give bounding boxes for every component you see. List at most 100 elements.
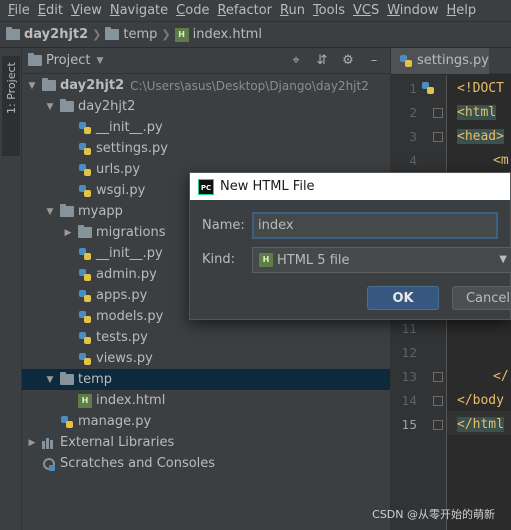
breadcrumb-folder[interactable]: temp ❯ [105,27,174,42]
name-input[interactable] [252,212,498,239]
menu-help[interactable]: Help [443,0,481,21]
tree-item-package[interactable]: ▼ day2hjt2 [22,96,390,117]
python-file-icon [78,268,92,282]
chevron-right-icon[interactable]: ▶ [62,228,74,238]
tree-item-label: temp [78,372,113,387]
breadcrumb-folder-label: temp [123,27,158,42]
tree-item-file[interactable]: tests.py [22,327,390,348]
tree-item-label: index.html [96,393,166,408]
python-run-icon[interactable] [421,81,435,95]
chevron-right-icon[interactable]: ▶ [26,438,38,448]
python-file-icon [78,352,92,366]
tree-item-external-libraries[interactable]: ▶ External Libraries [22,432,390,453]
menu-navigate[interactable]: Navigate [106,0,172,21]
menu-view[interactable]: View [67,0,106,21]
fold-marker-icon[interactable] [433,108,443,118]
chevron-down-icon[interactable]: ▼ [44,207,56,217]
folder-icon [42,78,56,91]
project-panel-header: Project ▼ ⌖ ⇵ ⚙ – [22,48,390,74]
line-number: 11 [401,322,417,336]
tree-item-label: views.py [96,351,153,366]
breadcrumb-file[interactable]: H index.html [174,27,262,42]
folder-icon [60,204,74,217]
python-file-icon [78,247,92,261]
library-icon [42,437,56,449]
scratches-icon [42,457,56,471]
kind-label: Kind: [202,252,236,267]
menu-file[interactable]: File [4,0,34,21]
tree-item-file[interactable]: settings.py [22,138,390,159]
menu-run[interactable]: Run [276,0,309,21]
ok-button[interactable]: OK [367,286,439,310]
line-number: 12 [401,346,417,360]
name-label: Name: [202,218,245,233]
menu-window[interactable]: Window [383,0,442,21]
code-line: <head> [457,129,504,144]
tree-item-label: apps.py [96,288,148,303]
chevron-down-icon: ▼ [96,55,104,66]
kind-select[interactable]: H HTML 5 file ▼ [252,247,511,273]
root-path: C:\Users\asus\Desktop\Django\day2hjt2 [130,78,369,93]
menu-bar: File Edit View Navigate Code Refactor Ru… [0,0,511,21]
tab-label: settings.py [417,53,489,68]
menu-tools[interactable]: Tools [309,0,349,21]
line-number: 14 [401,394,417,408]
menu-vcs[interactable]: VCS [349,0,383,21]
folder-icon [60,372,74,385]
folder-icon [105,27,120,40]
tree-item-scratches[interactable]: Scratches and Consoles [22,453,390,474]
tab-settings-py[interactable]: settings.py [391,47,489,74]
project-tool-label: 1: Project [5,62,18,114]
chevron-right-icon: ❯ [161,28,171,41]
fold-marker-icon[interactable] [433,420,443,430]
tree-item-file[interactable]: __init__.py [22,117,390,138]
tree-item-label: tests.py [96,330,148,345]
tree-item-file[interactable]: views.py [22,348,390,369]
menu-edit[interactable]: Edit [34,0,67,21]
code-line: <html [457,105,497,120]
tree-item-temp[interactable]: ▼ temp [22,369,390,390]
chevron-down-icon[interactable]: ▼ [26,81,38,91]
python-file-icon [78,184,92,198]
tree-item-label: __init__.py [96,246,163,261]
chevron-down-icon[interactable]: ▼ [44,375,56,385]
code-line: <!DOCT [457,81,504,96]
fold-marker-icon[interactable] [433,396,443,406]
new-html-file-dialog: PC New HTML File Name: Kind: H HTML 5 fi… [189,172,511,320]
project-tool-button[interactable]: 1: Project [2,56,20,156]
tree-item-label: models.py [96,309,164,324]
fold-marker-icon[interactable] [433,132,443,142]
cancel-button[interactable]: Cancel [452,286,511,310]
tree-item-label: myapp [78,204,123,219]
folder-icon [28,53,42,66]
minimize-icon[interactable]: – [366,53,382,69]
tree-item-file[interactable]: manage.py [22,411,390,432]
locate-icon[interactable]: ⌖ [288,53,304,69]
menu-code[interactable]: Code [172,0,213,21]
folder-icon [6,27,20,40]
folder-icon [60,99,74,112]
project-view-selector[interactable]: Project ▼ [28,53,103,68]
gear-icon[interactable]: ⚙ [340,53,356,69]
tree-item-root[interactable]: ▼ day2hjt2 C:\Users\asus\Desktop\Django\… [22,75,390,96]
collapse-all-icon[interactable]: ⇵ [314,53,330,69]
chevron-down-icon: ▼ [499,254,507,265]
python-file-icon [78,310,92,324]
kind-select-value: HTML 5 file [277,252,350,268]
breadcrumb-project[interactable]: day2hjt2 ❯ [6,27,105,42]
python-file-icon [78,142,92,156]
menu-refactor[interactable]: Refactor [213,0,276,21]
python-file-icon [78,331,92,345]
html-file-icon: H [78,393,92,408]
code-line: <m [493,153,509,168]
python-file-icon [78,163,92,177]
tree-item-label: urls.py [96,162,141,177]
python-file-icon [399,54,413,68]
editor-tab-bar: settings.py [391,47,511,74]
fold-marker-icon[interactable] [433,372,443,382]
code-line: </ [493,369,509,384]
tree-item-label: day2hjt2 [60,78,125,93]
tree-item-file[interactable]: H index.html [22,390,390,411]
chevron-down-icon[interactable]: ▼ [44,102,56,112]
tree-item-label: Scratches and Consoles [60,456,216,471]
